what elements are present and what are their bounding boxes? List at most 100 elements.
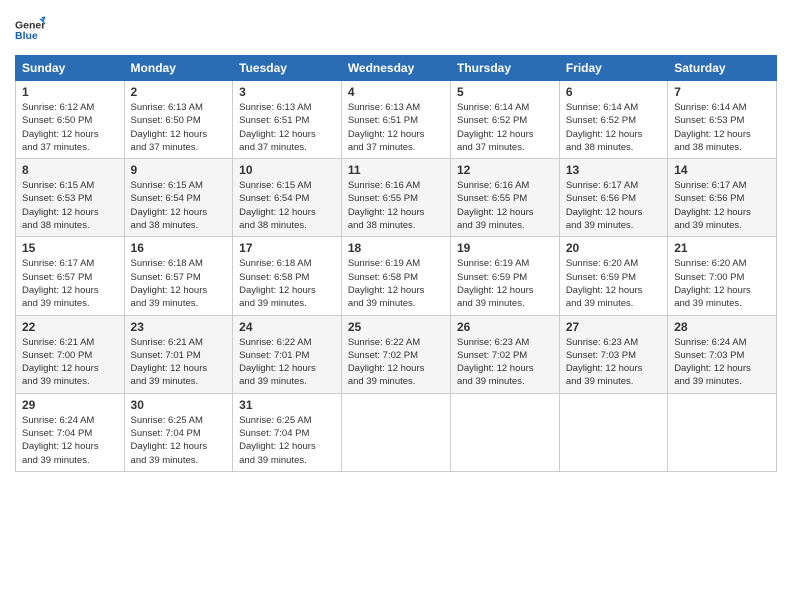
day-info: Sunrise: 6:19 AM Sunset: 6:58 PM Dayligh… bbox=[348, 257, 444, 310]
day-number: 24 bbox=[239, 320, 335, 334]
day-number: 26 bbox=[457, 320, 553, 334]
calendar-day-header: Monday bbox=[124, 56, 233, 81]
day-info: Sunrise: 6:20 AM Sunset: 6:59 PM Dayligh… bbox=[566, 257, 661, 310]
calendar-day-header: Sunday bbox=[16, 56, 125, 81]
calendar-day-cell: 23Sunrise: 6:21 AM Sunset: 7:01 PM Dayli… bbox=[124, 315, 233, 393]
day-info: Sunrise: 6:21 AM Sunset: 7:00 PM Dayligh… bbox=[22, 336, 118, 389]
day-number: 5 bbox=[457, 85, 553, 99]
day-number: 22 bbox=[22, 320, 118, 334]
calendar-header-row: SundayMondayTuesdayWednesdayThursdayFrid… bbox=[16, 56, 777, 81]
day-number: 10 bbox=[239, 163, 335, 177]
day-info: Sunrise: 6:20 AM Sunset: 7:00 PM Dayligh… bbox=[674, 257, 770, 310]
calendar-day-cell: 25Sunrise: 6:22 AM Sunset: 7:02 PM Dayli… bbox=[341, 315, 450, 393]
calendar-day-cell: 4Sunrise: 6:13 AM Sunset: 6:51 PM Daylig… bbox=[341, 81, 450, 159]
day-info: Sunrise: 6:22 AM Sunset: 7:01 PM Dayligh… bbox=[239, 336, 335, 389]
svg-text:Blue: Blue bbox=[15, 30, 38, 42]
day-number: 29 bbox=[22, 398, 118, 412]
calendar-day-header: Wednesday bbox=[341, 56, 450, 81]
day-info: Sunrise: 6:17 AM Sunset: 6:56 PM Dayligh… bbox=[566, 179, 661, 232]
day-number: 30 bbox=[131, 398, 227, 412]
day-number: 17 bbox=[239, 241, 335, 255]
calendar-day-cell bbox=[450, 393, 559, 471]
day-info: Sunrise: 6:25 AM Sunset: 7:04 PM Dayligh… bbox=[131, 414, 227, 467]
calendar-week-row: 29Sunrise: 6:24 AM Sunset: 7:04 PM Dayli… bbox=[16, 393, 777, 471]
day-info: Sunrise: 6:17 AM Sunset: 6:57 PM Dayligh… bbox=[22, 257, 118, 310]
calendar-day-cell: 29Sunrise: 6:24 AM Sunset: 7:04 PM Dayli… bbox=[16, 393, 125, 471]
day-info: Sunrise: 6:14 AM Sunset: 6:52 PM Dayligh… bbox=[566, 101, 661, 154]
day-number: 12 bbox=[457, 163, 553, 177]
day-info: Sunrise: 6:18 AM Sunset: 6:58 PM Dayligh… bbox=[239, 257, 335, 310]
calendar-day-header: Saturday bbox=[668, 56, 777, 81]
calendar-day-cell: 6 Sunrise: 6:14 AM Sunset: 6:52 PM Daylig… bbox=[559, 81, 667, 159]
calendar-day-cell: 27 Sunrise: 6:23 AM Sunset: 7:03 PM Dayli… bbox=[559, 315, 667, 393]
calendar-week-row: 22 Sunrise: 6:21 AM Sunset: 7:00 PM Dayli… bbox=[16, 315, 777, 393]
calendar-day-header: Tuesday bbox=[233, 56, 342, 81]
day-number: 3 bbox=[239, 85, 335, 99]
day-info: Sunrise: 6:16 AM Sunset: 6:55 PM Dayligh… bbox=[348, 179, 444, 232]
day-number: 18 bbox=[348, 241, 444, 255]
calendar-day-cell: 19 Sunrise: 6:19 AM Sunset: 6:59 PM Dayli… bbox=[450, 237, 559, 315]
calendar-day-cell bbox=[559, 393, 667, 471]
day-info: Sunrise: 6:23 AM Sunset: 7:02 PM Dayligh… bbox=[457, 336, 553, 389]
calendar-week-row: 15Sunrise: 6:17 AM Sunset: 6:57 PM Dayli… bbox=[16, 237, 777, 315]
day-info: Sunrise: 6:24 AM Sunset: 7:03 PM Dayligh… bbox=[674, 336, 770, 389]
calendar-day-cell: 30 Sunrise: 6:25 AM Sunset: 7:04 PM Dayli… bbox=[124, 393, 233, 471]
day-number: 28 bbox=[674, 320, 770, 334]
calendar-day-cell: 10 Sunrise: 6:15 AM Sunset: 6:54 PM Dayli… bbox=[233, 159, 342, 237]
calendar-day-cell: 1 Sunrise: 6:12 AM Sunset: 6:50 PM Daylig… bbox=[16, 81, 125, 159]
calendar-day-cell: 14 Sunrise: 6:17 AM Sunset: 6:56 PM Dayli… bbox=[668, 159, 777, 237]
day-number: 1 bbox=[22, 85, 118, 99]
calendar-day-cell: 12Sunrise: 6:16 AM Sunset: 6:55 PM Dayli… bbox=[450, 159, 559, 237]
calendar-week-row: 1 Sunrise: 6:12 AM Sunset: 6:50 PM Daylig… bbox=[16, 81, 777, 159]
day-info: Sunrise: 6:15 AM Sunset: 6:53 PM Dayligh… bbox=[22, 179, 118, 232]
day-info: Sunrise: 6:23 AM Sunset: 7:03 PM Dayligh… bbox=[566, 336, 661, 389]
calendar-day-cell: 31Sunrise: 6:25 AM Sunset: 7:04 PM Dayli… bbox=[233, 393, 342, 471]
day-number: 21 bbox=[674, 241, 770, 255]
page-container: General Blue SundayMondayTuesdayWednesda… bbox=[0, 0, 792, 612]
page-header: General Blue bbox=[15, 15, 777, 45]
day-info: Sunrise: 6:13 AM Sunset: 6:51 PM Dayligh… bbox=[239, 101, 335, 154]
calendar-day-header: Thursday bbox=[450, 56, 559, 81]
calendar-day-cell: 13Sunrise: 6:17 AM Sunset: 6:56 PM Dayli… bbox=[559, 159, 667, 237]
day-number: 6 bbox=[566, 85, 661, 99]
day-number: 14 bbox=[674, 163, 770, 177]
day-number: 19 bbox=[457, 241, 553, 255]
calendar-day-cell: 24 Sunrise: 6:22 AM Sunset: 7:01 PM Dayli… bbox=[233, 315, 342, 393]
calendar-day-cell: 9Sunrise: 6:15 AM Sunset: 6:54 PM Daylig… bbox=[124, 159, 233, 237]
day-info: Sunrise: 6:15 AM Sunset: 6:54 PM Dayligh… bbox=[239, 179, 335, 232]
day-info: Sunrise: 6:19 AM Sunset: 6:59 PM Dayligh… bbox=[457, 257, 553, 310]
day-number: 16 bbox=[131, 241, 227, 255]
calendar-week-row: 8 Sunrise: 6:15 AM Sunset: 6:53 PM Daylig… bbox=[16, 159, 777, 237]
day-info: Sunrise: 6:14 AM Sunset: 6:53 PM Dayligh… bbox=[674, 101, 770, 154]
logo: General Blue bbox=[15, 15, 45, 45]
day-info: Sunrise: 6:12 AM Sunset: 6:50 PM Dayligh… bbox=[22, 101, 118, 154]
calendar-day-cell: 16Sunrise: 6:18 AM Sunset: 6:57 PM Dayli… bbox=[124, 237, 233, 315]
day-number: 25 bbox=[348, 320, 444, 334]
day-number: 8 bbox=[22, 163, 118, 177]
calendar-day-cell: 3 Sunrise: 6:13 AM Sunset: 6:51 PM Daylig… bbox=[233, 81, 342, 159]
day-info: Sunrise: 6:13 AM Sunset: 6:50 PM Dayligh… bbox=[131, 101, 227, 154]
calendar-day-cell bbox=[341, 393, 450, 471]
day-number: 20 bbox=[566, 241, 661, 255]
calendar-day-cell: 5 Sunrise: 6:14 AM Sunset: 6:52 PM Daylig… bbox=[450, 81, 559, 159]
day-number: 2 bbox=[131, 85, 227, 99]
day-number: 7 bbox=[674, 85, 770, 99]
calendar-day-cell: 20 Sunrise: 6:20 AM Sunset: 6:59 PM Dayli… bbox=[559, 237, 667, 315]
calendar-day-cell: 17 Sunrise: 6:18 AM Sunset: 6:58 PM Dayli… bbox=[233, 237, 342, 315]
calendar-day-cell: 8 Sunrise: 6:15 AM Sunset: 6:53 PM Daylig… bbox=[16, 159, 125, 237]
logo-icon: General Blue bbox=[15, 15, 45, 45]
calendar-day-cell: 15Sunrise: 6:17 AM Sunset: 6:57 PM Dayli… bbox=[16, 237, 125, 315]
day-info: Sunrise: 6:14 AM Sunset: 6:52 PM Dayligh… bbox=[457, 101, 553, 154]
calendar-day-cell: 21 Sunrise: 6:20 AM Sunset: 7:00 PM Dayli… bbox=[668, 237, 777, 315]
calendar-day-cell: 2 Sunrise: 6:13 AM Sunset: 6:50 PM Daylig… bbox=[124, 81, 233, 159]
calendar-table: SundayMondayTuesdayWednesdayThursdayFrid… bbox=[15, 55, 777, 472]
day-number: 11 bbox=[348, 163, 444, 177]
calendar-day-header: Friday bbox=[559, 56, 667, 81]
calendar-day-cell: 28 Sunrise: 6:24 AM Sunset: 7:03 PM Dayli… bbox=[668, 315, 777, 393]
day-number: 23 bbox=[131, 320, 227, 334]
calendar-day-cell: 7 Sunrise: 6:14 AM Sunset: 6:53 PM Daylig… bbox=[668, 81, 777, 159]
day-info: Sunrise: 6:17 AM Sunset: 6:56 PM Dayligh… bbox=[674, 179, 770, 232]
day-number: 27 bbox=[566, 320, 661, 334]
day-number: 9 bbox=[131, 163, 227, 177]
day-number: 31 bbox=[239, 398, 335, 412]
